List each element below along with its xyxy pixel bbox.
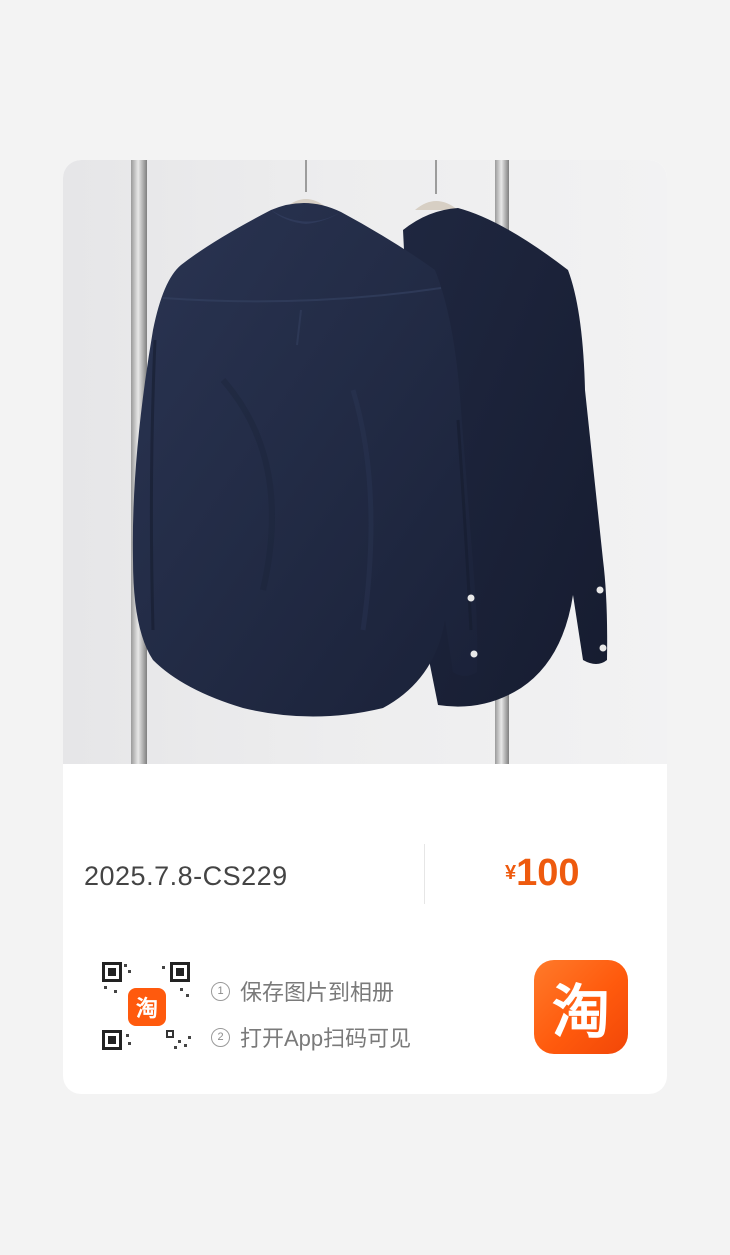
price-currency: ¥ (505, 862, 517, 884)
step-1-number: 1 (211, 981, 230, 1001)
divider (424, 844, 425, 904)
qr-badge-char: 淘 (135, 997, 158, 1022)
scan-instructions: 1 保存图片到相册 2 打开App扫码可见 (211, 968, 411, 1060)
step-1-text: 保存图片到相册 (240, 980, 395, 1005)
share-footer: 淘 1 保存图片到相册 2 打开App扫码可见 淘 (63, 934, 667, 1094)
step-open-app: 2 打开App扫码可见 (211, 1014, 411, 1060)
shirts-photo-icon (131, 160, 608, 764)
product-code: 2025.7.8-CS229 (84, 861, 288, 891)
price-amount: 100 (516, 852, 580, 894)
product-image[interactable] (63, 160, 667, 764)
qr-code-icon[interactable]: 淘 (100, 960, 194, 1054)
product-price: ¥100 (505, 852, 580, 895)
step-save-image: 1 保存图片到相册 (211, 968, 411, 1014)
taobao-app-icon[interactable]: 淘 (534, 960, 628, 1054)
taobao-app-char: 淘 (551, 978, 610, 1046)
product-share-card: 2025.7.8-CS229 ¥100 淘 1 保存图片到相册 2 打开App扫… (63, 160, 667, 1094)
step-2-number: 2 (211, 1027, 230, 1047)
product-info-row: 2025.7.8-CS229 ¥100 (63, 764, 667, 934)
step-2-text: 打开App扫码可见 (240, 1026, 412, 1051)
